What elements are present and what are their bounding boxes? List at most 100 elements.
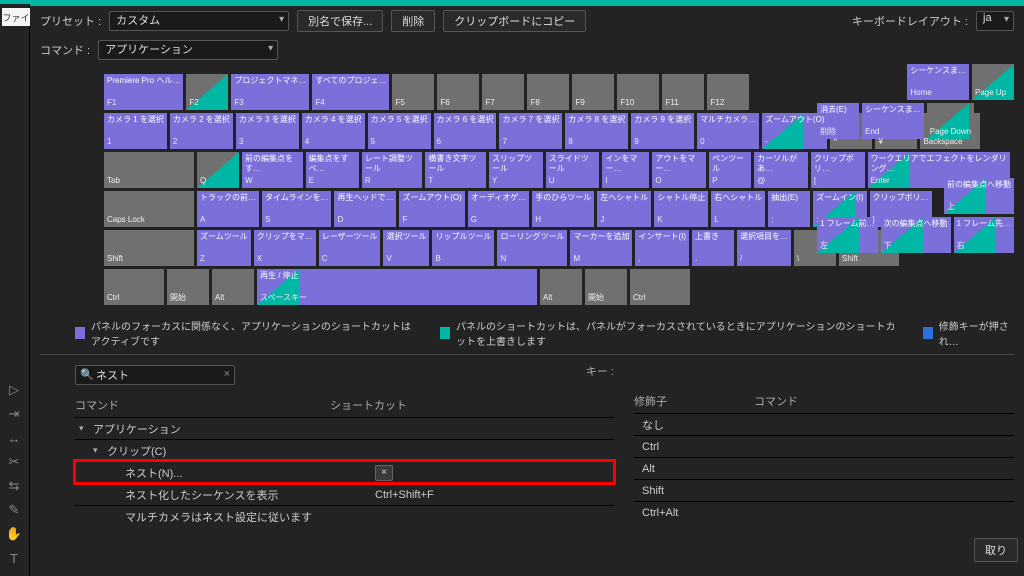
command-row[interactable]: ▾クリップ(C) <box>75 439 614 461</box>
key-t[interactable]: 横書き文字ツールT <box>425 152 486 188</box>
slip-tool-icon[interactable]: ⇆ <box>6 478 22 494</box>
key-pagedown[interactable]: Page Down <box>927 103 974 139</box>
key-h[interactable]: 手のひらツールH <box>532 191 594 227</box>
key-ctrl[interactable]: Ctrl <box>630 269 690 305</box>
key-7[interactable]: カメラ 7 を選択7 <box>499 113 562 149</box>
delete-button[interactable]: 削除 <box>391 10 435 32</box>
search-input[interactable] <box>75 365 235 385</box>
key-m[interactable]: マーカーを追加M <box>570 230 632 266</box>
clear-shortcut-icon[interactable]: × <box>375 465 393 481</box>
command-select[interactable]: アプリケーション <box>98 40 278 60</box>
key-x[interactable]: クリップをマ…X <box>254 230 316 266</box>
key-f7[interactable]: F7 <box>482 74 524 110</box>
key-開始[interactable]: 開始 <box>167 269 209 305</box>
key-右[interactable]: 1 フレーム先…右 <box>954 217 1014 253</box>
key-f3[interactable]: プロジェクトマネ…F3 <box>231 74 309 110</box>
key-0[interactable]: マルチカメラ…0 <box>697 113 759 149</box>
key-shift[interactable]: Shift <box>104 230 194 266</box>
key-f8[interactable]: F8 <box>527 74 569 110</box>
clear-search-icon[interactable]: × <box>224 368 230 380</box>
key-f12[interactable]: F12 <box>707 74 749 110</box>
modifier-row[interactable]: Alt <box>634 457 1014 479</box>
key-f1[interactable]: Premiere Pro ヘル…F1 <box>104 74 183 110</box>
key-.[interactable]: 上書き. <box>692 230 734 266</box>
key-k[interactable]: シャトル停止K <box>654 191 708 227</box>
undo-button[interactable]: 取り <box>974 538 1018 562</box>
key-1[interactable]: カメラ 1 を選択1 <box>104 113 167 149</box>
key-u[interactable]: スライドツールU <box>546 152 600 188</box>
modifier-row[interactable]: Shift <box>634 479 1014 501</box>
key-tab[interactable]: Tab <box>104 152 194 188</box>
key-capslock[interactable]: Caps Lock <box>104 191 194 227</box>
track-select-icon[interactable]: ⇥ <box>6 406 22 422</box>
key-c[interactable]: レーザーツールC <box>319 230 381 266</box>
modifier-row[interactable]: Ctrl <box>634 435 1014 457</box>
key-l[interactable]: 右へシャトルL <box>711 191 765 227</box>
selection-tool-icon[interactable]: ▷ <box>6 382 22 398</box>
key-home[interactable]: シーケンスま…Home <box>907 64 969 100</box>
key-w[interactable]: 前の編集点をす…W <box>242 152 303 188</box>
save-as-button[interactable]: 別名で保存... <box>297 10 383 32</box>
key-z[interactable]: ズームツールZ <box>197 230 251 266</box>
key-,[interactable]: インサート(I), <box>635 230 689 266</box>
key-d[interactable]: 再生ヘッドで…D <box>334 191 396 227</box>
key-2[interactable]: カメラ 2 を選択2 <box>170 113 233 149</box>
key-開始[interactable]: 開始 <box>585 269 627 305</box>
key-6[interactable]: カメラ 6 を選択6 <box>434 113 497 149</box>
key-スペースキー[interactable]: 再生 / 停止スペースキー <box>257 269 537 305</box>
key-f2[interactable]: F2 <box>186 74 228 110</box>
key-ctrl[interactable]: Ctrl <box>104 269 164 305</box>
kb-layout-select[interactable]: ja <box>976 11 1014 31</box>
key-g[interactable]: オーディオゲ…G <box>468 191 529 227</box>
key-;[interactable]: 抽出(E); <box>768 191 810 227</box>
key-q[interactable]: Q <box>197 152 239 188</box>
key-下[interactable]: 次の編集点へ移動下 <box>881 217 951 253</box>
razor-tool-icon[interactable]: ✂ <box>6 454 22 470</box>
key-f11[interactable]: F11 <box>662 74 704 110</box>
key-a[interactable]: トラックの前…A <box>197 191 259 227</box>
modifier-row[interactable]: Ctrl+Alt <box>634 501 1014 523</box>
key-@[interactable]: カーソルがあ…@ <box>754 152 808 188</box>
key-f6[interactable]: F6 <box>437 74 479 110</box>
key-r[interactable]: レート調整ツールR <box>362 152 423 188</box>
key-/[interactable]: 選択項目を…/ <box>737 230 791 266</box>
key-s[interactable]: タイムラインを…S <box>262 191 331 227</box>
command-row[interactable]: マルチカメラはネスト設定に従います <box>75 505 614 527</box>
key-8[interactable]: カメラ 8 を選択8 <box>565 113 628 149</box>
command-row[interactable]: ネスト(N)...× <box>75 461 614 483</box>
pen-tool-icon[interactable]: ✎ <box>6 502 22 518</box>
key-alt[interactable]: Alt <box>212 269 254 305</box>
modifier-row[interactable]: なし <box>634 413 1014 435</box>
key-alt[interactable]: Alt <box>540 269 582 305</box>
key-y[interactable]: スリップツールY <box>489 152 543 188</box>
key-pageup[interactable]: Page Up <box>972 64 1014 100</box>
key-n[interactable]: ローリングツールN <box>497 230 567 266</box>
key-b[interactable]: リップルツールB <box>432 230 494 266</box>
key-上[interactable]: 前の編集点へ移動上 <box>944 178 1014 214</box>
hand-tool-icon[interactable]: ✋ <box>6 526 22 542</box>
key-f5[interactable]: F5 <box>392 74 434 110</box>
key-f10[interactable]: F10 <box>617 74 659 110</box>
key-end[interactable]: シーケンスま…End <box>862 103 924 139</box>
key-f[interactable]: ズームアウト(O)F <box>399 191 464 227</box>
key-5[interactable]: カメラ 5 を選択5 <box>368 113 431 149</box>
key-v[interactable]: 選択ツールV <box>383 230 429 266</box>
key-p[interactable]: ペンツールP <box>709 152 751 188</box>
type-tool-icon[interactable]: T <box>6 550 22 566</box>
key-i[interactable]: インをマー…I <box>602 152 649 188</box>
preset-select[interactable]: カスタム <box>109 11 289 31</box>
key-9[interactable]: カメラ 9 を選択9 <box>631 113 694 149</box>
file-tab[interactable]: ファイ <box>2 8 30 26</box>
key-o[interactable]: アウトをマー…O <box>652 152 706 188</box>
key-左[interactable]: 1 フレーム前…左 <box>817 217 877 253</box>
command-row[interactable]: ▾アプリケーション <box>75 417 614 439</box>
key-f9[interactable]: F9 <box>572 74 614 110</box>
copy-clipboard-button[interactable]: クリップボードにコピー <box>443 10 586 32</box>
ripple-tool-icon[interactable]: ↔ <box>6 430 22 446</box>
key-4[interactable]: カメラ 4 を選択4 <box>302 113 365 149</box>
key-j[interactable]: 左へシャトルJ <box>597 191 651 227</box>
key-f4[interactable]: すべてのプロジェ…F4 <box>312 74 389 110</box>
key-3[interactable]: カメラ 3 を選択3 <box>236 113 299 149</box>
command-row[interactable]: ネスト化したシーケンスを表示Ctrl+Shift+F <box>75 483 614 505</box>
key-e[interactable]: 編集点をすべ…E <box>306 152 359 188</box>
